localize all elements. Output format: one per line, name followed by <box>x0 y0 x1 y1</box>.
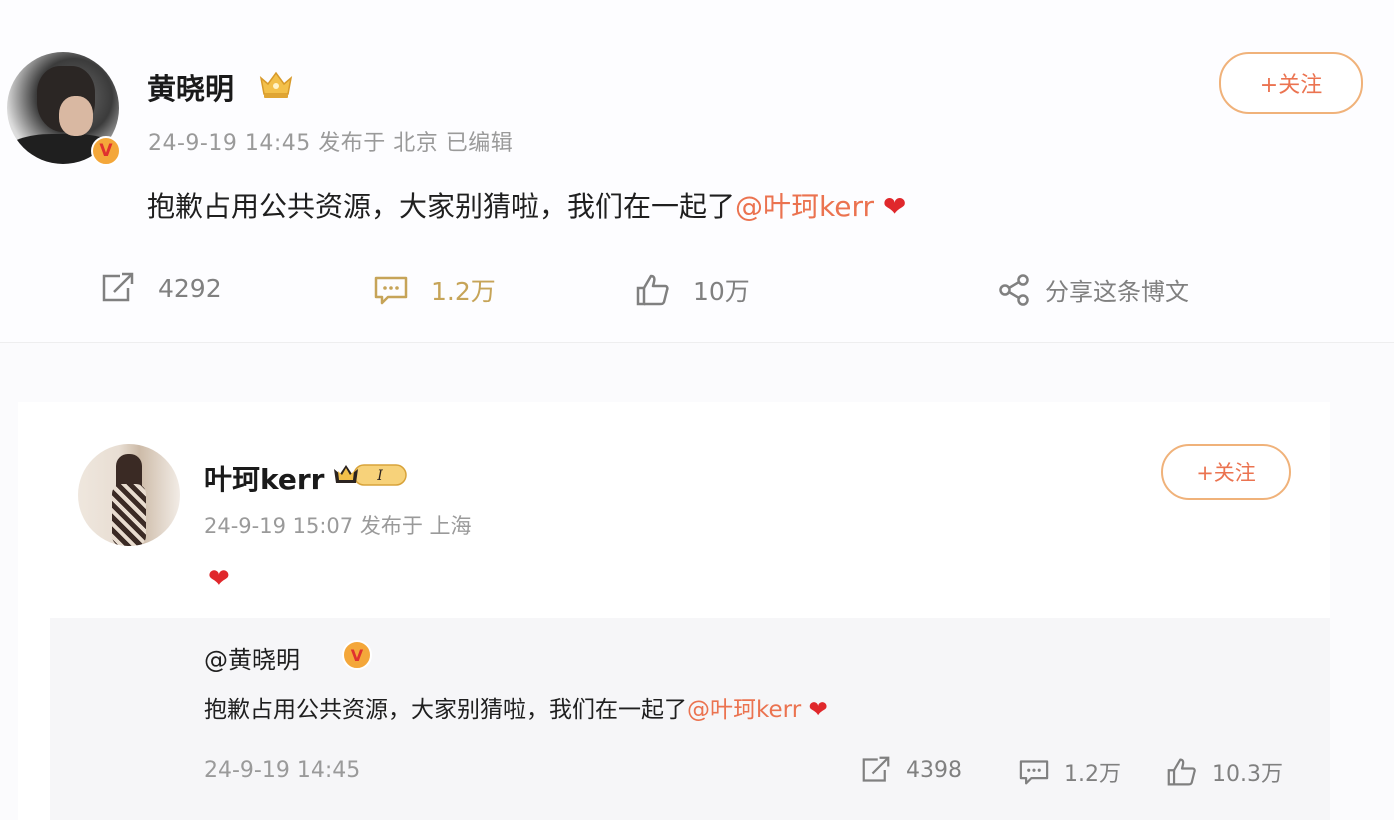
comment-icon <box>374 276 408 305</box>
repost-button[interactable]: 4292 <box>100 272 222 304</box>
author-name[interactable]: 叶珂kerr <box>204 458 324 498</box>
repost-count: 4292 <box>158 273 222 303</box>
share-button[interactable]: 分享这条博文 <box>997 272 1189 307</box>
vip-level: I <box>376 468 383 484</box>
post-text: 抱歉占用公共资源，大家别猜啦，我们在一起了 <box>147 190 736 223</box>
comment-count: 1.2万 <box>1064 762 1121 787</box>
like-count: 10.3万 <box>1212 762 1283 787</box>
quoted-author[interactable]: @黄晓明 <box>204 640 300 675</box>
crown-icon <box>259 71 293 98</box>
heart-icon: ❤ <box>808 697 828 723</box>
weibo-screenshot: V 黄晓明 24-9-19 14:45 发布于 北京 已编辑 抱歉占用公共资源，… <box>0 0 1394 820</box>
quoted-repost-button[interactable]: 4398 <box>860 756 962 784</box>
post-meta: 24-9-19 14:45 发布于 北京 已编辑 <box>148 131 514 156</box>
repost-icon <box>862 756 890 782</box>
vip-crown-icon: I <box>334 464 407 486</box>
repost-icon <box>102 272 134 302</box>
author-name[interactable]: 黄晓明 <box>147 66 234 108</box>
quoted-like-button[interactable]: 10.3万 <box>1166 756 1283 788</box>
avatar[interactable] <box>78 444 180 546</box>
verified-v-icon: V <box>342 640 372 670</box>
like-button[interactable]: 10万 <box>635 272 750 308</box>
quoted-post[interactable]: @黄晓明 V 抱歉占用公共资源，大家别猜啦，我们在一起了@叶珂kerr ❤ 24… <box>50 618 1330 820</box>
follow-button[interactable]: +关注 <box>1219 52 1363 114</box>
comment-button[interactable]: 1.2万 <box>373 272 496 308</box>
thumbs-up-icon <box>1167 758 1196 786</box>
share-icon <box>999 273 1029 306</box>
mention-link[interactable]: @叶珂kerr <box>735 190 874 223</box>
verified-v-icon: V <box>91 136 121 166</box>
post-card-yekekerr: 叶珂kerr I 24-9-19 15:07 发布于 上海 ❤ +关注 @黄晓明… <box>18 402 1330 820</box>
repost-count: 4398 <box>906 757 962 783</box>
heart-icon: ❤ <box>208 564 230 594</box>
post-card-huangxiaoming: V 黄晓明 24-9-19 14:45 发布于 北京 已编辑 抱歉占用公共资源，… <box>0 0 1394 343</box>
quoted-text: 抱歉占用公共资源，大家别猜啦，我们在一起了 <box>204 697 687 723</box>
thumbs-up-icon <box>636 274 669 306</box>
mention-link[interactable]: @叶珂kerr <box>687 697 801 723</box>
comment-count: 1.2万 <box>431 277 496 306</box>
post-meta: 24-9-19 15:07 发布于 上海 <box>204 514 472 538</box>
post-content: 抱歉占用公共资源，大家别猜啦，我们在一起了@叶珂kerr ❤ <box>147 185 906 225</box>
quoted-time: 24-9-19 14:45 <box>204 758 361 783</box>
heart-icon: ❤ <box>882 190 907 223</box>
follow-button[interactable]: +关注 <box>1161 444 1291 500</box>
like-count: 10万 <box>693 277 750 306</box>
quoted-content: 抱歉占用公共资源，大家别猜啦，我们在一起了@叶珂kerr ❤ <box>204 690 828 724</box>
quoted-comment-button[interactable]: 1.2万 <box>1018 756 1121 788</box>
comment-icon <box>1019 760 1049 785</box>
share-label: 分享这条博文 <box>1045 278 1189 306</box>
